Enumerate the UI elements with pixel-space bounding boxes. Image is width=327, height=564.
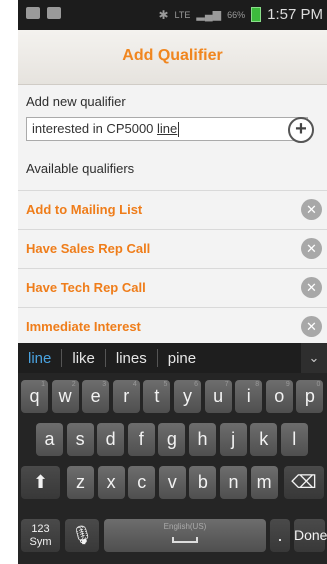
notification-icon: [26, 7, 40, 19]
key-hint: 6: [194, 381, 198, 388]
battery-icon: [251, 7, 262, 22]
key-j[interactable]: j: [219, 423, 247, 456]
suggestion-item[interactable]: like: [62, 350, 105, 367]
remove-icon[interactable]: ✕: [301, 238, 322, 259]
key-g[interactable]: g: [158, 423, 186, 456]
key-v[interactable]: v: [158, 466, 186, 499]
battery-percent: 66%: [227, 9, 246, 20]
status-bar: ✱ LTE ▂▄▆ 66% 1:57 PM: [18, 0, 327, 30]
key-l[interactable]: l: [280, 423, 308, 456]
key-k[interactable]: k: [250, 423, 278, 456]
add-qualifier-button[interactable]: +: [288, 117, 314, 143]
key-hint: 7: [224, 381, 229, 388]
key-x[interactable]: x: [97, 466, 125, 499]
microphone-icon: 🎙: [70, 525, 94, 545]
text-cursor: [178, 122, 180, 138]
signal-icon: ▂▄▆: [196, 9, 222, 21]
key-hint: 3: [102, 381, 107, 388]
period-key[interactable]: .: [270, 519, 290, 552]
space-key[interactable]: English(US): [104, 519, 266, 552]
key-i[interactable]: i8: [235, 380, 263, 413]
backspace-key[interactable]: ⌫: [284, 466, 324, 499]
key-w[interactable]: w2: [51, 380, 79, 413]
key-hint: 8: [255, 381, 260, 388]
qualifier-label: Add to Mailing List: [26, 202, 143, 217]
key-hint: 2: [71, 381, 76, 388]
title-bar: Add Qualifier: [18, 30, 327, 85]
key-a[interactable]: a: [36, 423, 63, 456]
suggestion-strip: line like lines pine ⌄: [18, 343, 327, 373]
remove-icon[interactable]: ✕: [301, 316, 322, 337]
key-hint: 5: [163, 381, 168, 388]
input-text: interested in CP5000: [32, 121, 158, 136]
done-key[interactable]: Done: [294, 519, 327, 552]
suggestion-item[interactable]: lines: [106, 350, 157, 367]
key-z[interactable]: z: [67, 466, 94, 499]
key-hint: 9: [285, 381, 290, 388]
key-d[interactable]: d: [97, 423, 125, 456]
key-t[interactable]: t5: [143, 380, 171, 413]
key-b[interactable]: b: [189, 466, 217, 499]
key-u[interactable]: u7: [204, 380, 232, 413]
key-n[interactable]: n: [220, 466, 247, 499]
key-s[interactable]: s: [66, 423, 94, 456]
plus-icon: +: [295, 118, 307, 140]
available-qualifiers-label: Available qualifiers: [26, 161, 135, 176]
keyboard: q 1 w 2 e 3 r 4 t 5 y 6 u 7 i 8 o 9 p 0 a s d f g h j k l ⬆ z x c v b n m ⌫ 12…: [18, 373, 327, 564]
shift-icon: ⬆: [32, 472, 49, 492]
chevron-down-icon[interactable]: ⌄: [301, 343, 327, 373]
suggestion-item[interactable]: pine: [158, 350, 206, 367]
remove-icon[interactable]: ✕: [301, 199, 322, 220]
suggestion-item[interactable]: line: [18, 350, 61, 367]
key-o[interactable]: o9: [265, 380, 293, 413]
clock: 1:57 PM: [267, 6, 323, 23]
key-h[interactable]: h: [189, 423, 216, 456]
list-item[interactable]: Have Sales Rep Call ✕: [18, 229, 327, 268]
page-title: Add Qualifier: [122, 47, 223, 64]
key-c[interactable]: c: [128, 466, 156, 499]
qualifier-input[interactable]: interested in CP5000 line: [26, 117, 308, 141]
qualifier-label: Have Tech Rep Call: [26, 280, 146, 295]
symbols-key[interactable]: 123 Sym: [21, 519, 60, 552]
new-qualifier-label: Add new qualifier: [26, 94, 126, 109]
app-content: Add Qualifier Add new qualifier interest…: [18, 30, 327, 343]
key-e[interactable]: e3: [82, 380, 110, 413]
space-language: English(US): [163, 522, 207, 531]
space-bar-icon: [172, 537, 198, 543]
shift-key[interactable]: ⬆: [21, 466, 60, 499]
key-y[interactable]: y6: [174, 380, 201, 413]
key-hint: 1: [41, 381, 45, 388]
input-current-word: line: [157, 121, 178, 136]
network-type: LTE: [174, 9, 191, 20]
qualifier-label: Have Sales Rep Call: [26, 241, 151, 256]
voice-key[interactable]: 🎙: [65, 519, 99, 552]
key-r[interactable]: r4: [112, 380, 140, 413]
image-icon: [47, 7, 61, 19]
key-p[interactable]: p0: [296, 380, 324, 413]
list-item[interactable]: Have Tech Rep Call ✕: [18, 268, 327, 307]
key-f[interactable]: f: [127, 423, 155, 456]
key-hint: 0: [316, 381, 321, 388]
key-hint: 4: [132, 381, 137, 388]
backspace-icon: ⌫: [291, 472, 317, 492]
key-m[interactable]: m: [250, 466, 278, 499]
bluetooth-icon: ✱: [158, 7, 169, 22]
key-q[interactable]: q1: [21, 380, 48, 413]
remove-icon[interactable]: ✕: [301, 277, 322, 298]
qualifier-list: Add to Mailing List ✕ Have Sales Rep Cal…: [18, 190, 327, 346]
list-item[interactable]: Add to Mailing List ✕: [18, 190, 327, 229]
qualifier-label: Immediate Interest: [26, 319, 141, 334]
list-item[interactable]: Immediate Interest ✕: [18, 307, 327, 346]
